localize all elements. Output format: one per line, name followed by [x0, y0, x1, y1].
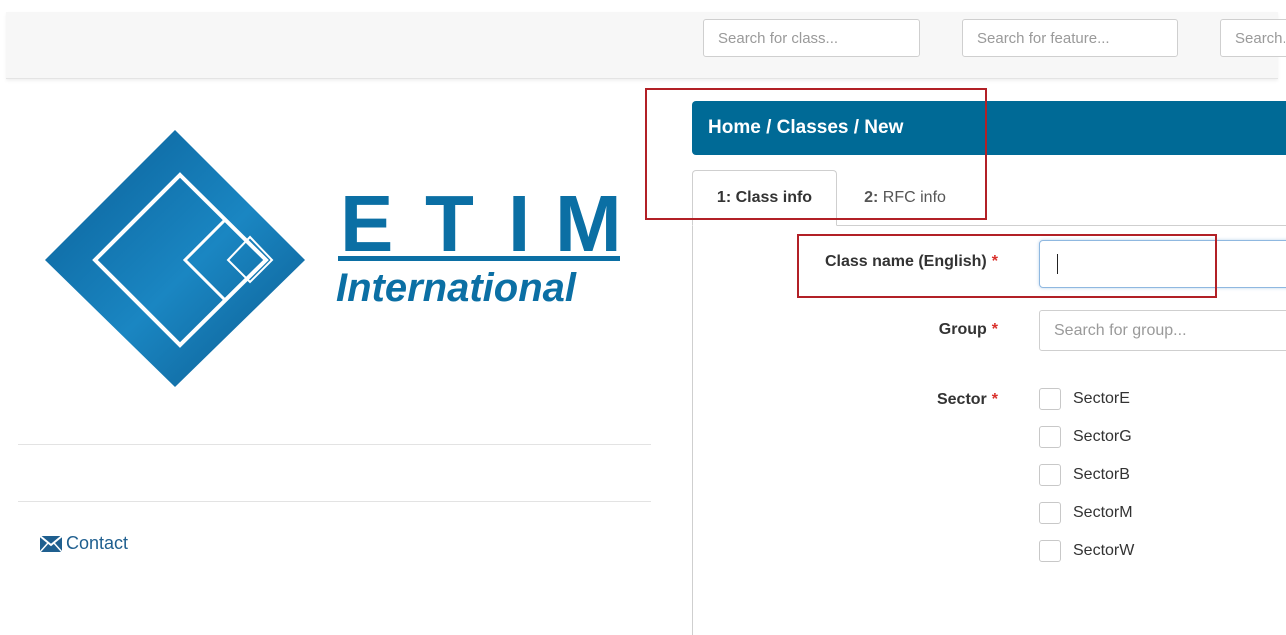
tab-number: 2:	[864, 189, 879, 206]
sector-option-label: SectorW	[1073, 542, 1135, 559]
page-header: Home / Classes / New	[692, 101, 1286, 155]
search-feature-input[interactable]	[962, 19, 1178, 57]
search-class-input[interactable]	[703, 19, 920, 57]
required-marker: *	[991, 253, 998, 270]
checkbox[interactable]	[1039, 540, 1061, 562]
logo-letter-i: I	[508, 179, 530, 268]
etim-logo: E T I M International	[45, 130, 622, 387]
tab-label: RFC info	[882, 189, 946, 206]
group-search-input[interactable]	[1039, 310, 1286, 351]
breadcrumb: Home / Classes / New	[708, 117, 904, 138]
sector-option-label: SectorG	[1073, 428, 1132, 445]
class-name-input[interactable]	[1039, 240, 1286, 288]
logo-subtitle: International	[336, 266, 577, 310]
class-name-label: Class name (English) *	[824, 253, 998, 270]
checkbox[interactable]	[1039, 426, 1061, 448]
logo-letter-m: M	[555, 179, 622, 268]
sector-option-label: SectorE	[1073, 390, 1130, 407]
envelope-icon	[40, 535, 62, 552]
sector-label: Sector *	[936, 391, 998, 408]
sidebar-divider	[18, 444, 651, 445]
sector-checkbox-sectorg[interactable]: SectorG	[1039, 426, 1132, 448]
sidebar-divider	[18, 501, 651, 502]
tab-number: 1:	[716, 189, 732, 206]
required-marker: *	[991, 391, 998, 408]
checkbox[interactable]	[1039, 464, 1061, 486]
tab-rfc-info[interactable]: 2: RFC info	[838, 170, 972, 226]
sector-checkbox-sectorw[interactable]: SectorW	[1039, 540, 1134, 562]
tab-class-info[interactable]: 1: Class info	[692, 170, 837, 226]
search-third-input[interactable]	[1220, 19, 1286, 57]
text-caret	[1057, 254, 1058, 274]
contact-link[interactable]: Contact	[40, 533, 128, 554]
logo-letter-t: T	[425, 179, 474, 268]
sector-option-label: SectorM	[1073, 504, 1133, 521]
sector-checkbox-sectorb[interactable]: SectorB	[1039, 464, 1130, 486]
sector-checkbox-sectore[interactable]: SectorE	[1039, 388, 1130, 410]
checkbox[interactable]	[1039, 388, 1061, 410]
tab-label: Class info	[735, 189, 813, 206]
required-marker: *	[991, 321, 998, 338]
contact-label: Contact	[66, 533, 129, 553]
sector-checkbox-sectorm[interactable]: SectorM	[1039, 502, 1133, 524]
logo-letter-e: E	[340, 179, 393, 268]
sector-option-label: SectorB	[1073, 466, 1130, 483]
checkbox[interactable]	[1039, 502, 1061, 524]
group-label: Group *	[938, 321, 998, 338]
